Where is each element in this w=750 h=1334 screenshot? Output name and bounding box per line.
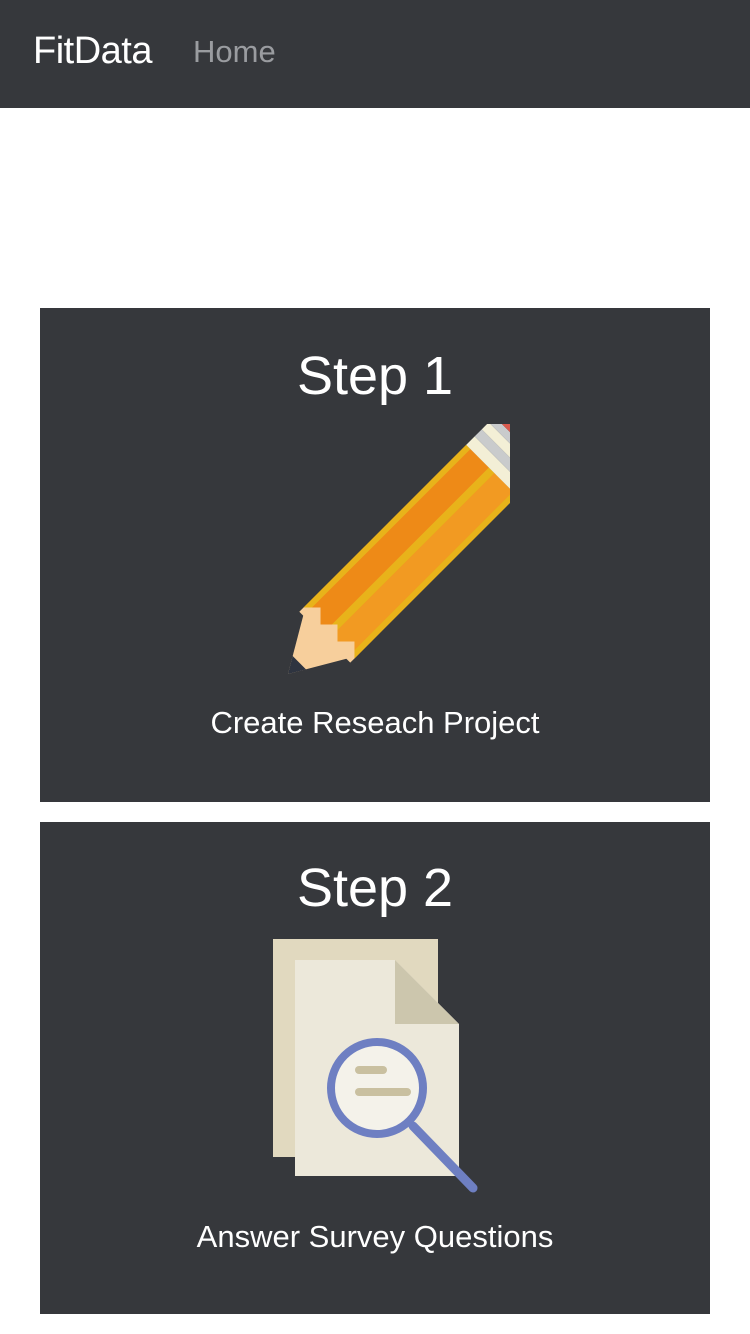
step-2-caption: Answer Survey Questions xyxy=(196,1219,554,1254)
step-1-title: Step 1 xyxy=(296,346,454,406)
document-search-icon xyxy=(265,934,485,1199)
top-navbar: FitData Home xyxy=(0,0,750,108)
step-1-card[interactable]: Step 1 Create Reseach Project xyxy=(40,308,710,802)
brand-logo-link[interactable]: FitData xyxy=(33,28,152,74)
nav-home-link[interactable]: Home xyxy=(193,33,276,71)
step-2-title: Step 2 xyxy=(296,858,454,918)
step-1-caption: Create Reseach Project xyxy=(210,705,540,740)
step-2-card[interactable]: Step 2 Answer Survey Questions xyxy=(40,822,710,1314)
pencil-icon xyxy=(240,424,510,684)
